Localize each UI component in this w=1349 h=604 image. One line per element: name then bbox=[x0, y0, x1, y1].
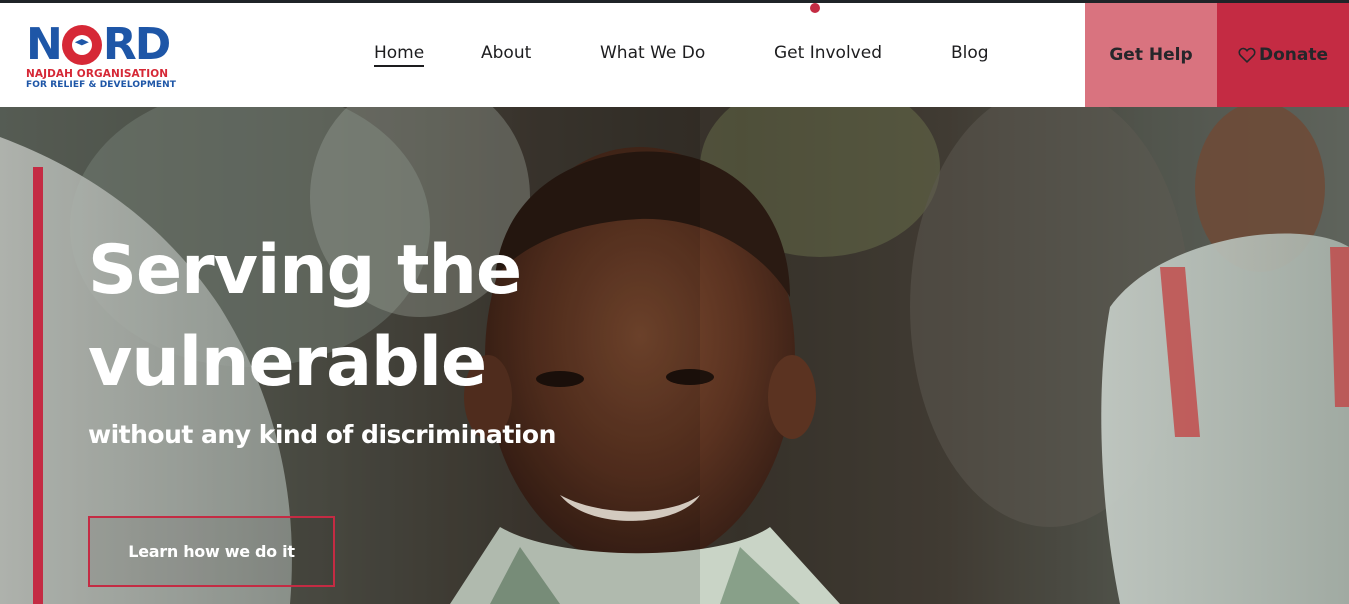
site-logo[interactable]: N RD NAJDAH ORGANISATION FOR RELIEF & DE… bbox=[26, 19, 196, 91]
learn-more-label: Learn how we do it bbox=[128, 542, 295, 561]
logo-wordmark: N RD bbox=[26, 19, 171, 70]
nav-about[interactable]: About bbox=[481, 43, 531, 63]
donate-label: Donate bbox=[1258, 45, 1329, 65]
logo-tagline-2: FOR RELIEF & DEVELOPMENT bbox=[26, 80, 177, 90]
nav-home[interactable]: Home bbox=[374, 43, 425, 67]
logo-tagline-1: NAJDAH ORGANISATION bbox=[26, 68, 169, 80]
hero-accent-bar bbox=[33, 167, 43, 604]
hero-section: Serving the vulnerable without any kind … bbox=[0, 107, 1349, 604]
hero-subtitle: without any kind of discrimination bbox=[88, 420, 556, 449]
learn-more-button[interactable]: Learn how we do it bbox=[88, 516, 335, 587]
nav-blog[interactable]: Blog bbox=[951, 43, 989, 63]
logo-emblem-icon bbox=[61, 25, 102, 65]
nav-indicator-dot bbox=[810, 3, 820, 13]
hero-title: Serving the vulnerable bbox=[88, 231, 522, 402]
get-help-button[interactable]: Get Help bbox=[1085, 3, 1217, 107]
nav-what-we-do[interactable]: What We Do bbox=[600, 43, 705, 63]
get-help-label: Get Help bbox=[1109, 45, 1193, 65]
donate-button[interactable]: Donate bbox=[1217, 3, 1349, 107]
nav-get-involved[interactable]: Get Involved bbox=[774, 43, 882, 63]
heart-icon bbox=[1238, 47, 1256, 63]
